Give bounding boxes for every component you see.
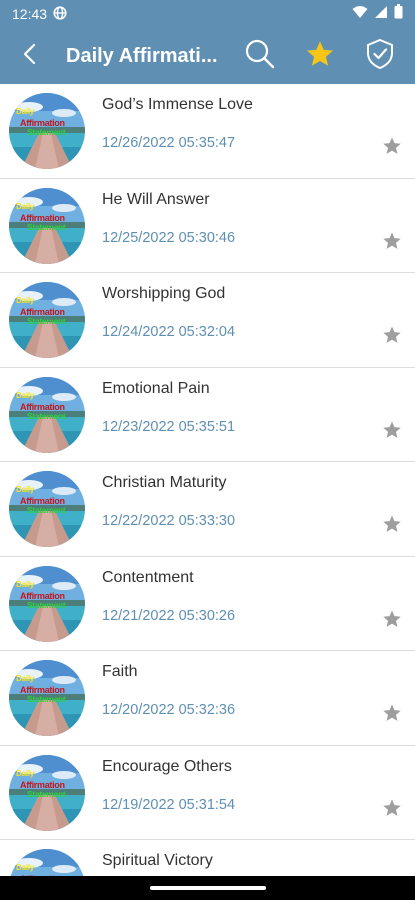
star-icon	[382, 515, 402, 538]
affirmation-thumbnail: Daily Affirmation Statement	[9, 754, 85, 831]
item-title: God’s Immense Love	[102, 96, 253, 113]
favorite-toggle[interactable]	[382, 420, 402, 440]
vpn-globe-icon	[53, 5, 67, 23]
affirmation-thumbnail: Daily Affirmation Statement	[9, 282, 85, 358]
item-date: 12/24/2022 05:32:04	[102, 324, 236, 340]
thumbnail-caption: Daily	[16, 674, 35, 683]
thumbnail-caption: Daily	[16, 768, 35, 778]
list-item[interactable]: Daily Affirmation Statement Worshipping …	[0, 273, 415, 368]
thumbnail-caption: Statement	[27, 505, 66, 515]
back-button[interactable]	[0, 28, 60, 84]
star-icon	[382, 610, 402, 633]
item-title: Encourage Others	[102, 757, 232, 775]
thumbnail-caption: Statement	[27, 788, 66, 799]
item-title: Worshipping God	[102, 285, 226, 302]
search-icon	[244, 38, 276, 75]
star-icon	[382, 421, 402, 444]
status-right	[352, 4, 403, 24]
affirmation-list[interactable]: Daily Affirmation Statement God’s Immens…	[0, 84, 415, 876]
affirmation-thumbnail: Daily Affirmation Statement	[9, 93, 85, 169]
wifi-icon	[352, 5, 368, 24]
shield-check-icon	[365, 38, 395, 75]
favorite-toggle[interactable]	[382, 609, 402, 629]
thumbnail-caption: Statement	[27, 410, 66, 421]
battery-icon	[394, 4, 403, 24]
item-date: 12/21/2022 05:30:26	[102, 607, 236, 624]
favorite-toggle[interactable]	[382, 514, 402, 534]
item-date: 12/23/2022 05:35:51	[102, 418, 236, 435]
page-title: Daily Affirmati...	[66, 44, 218, 67]
item-date: 12/26/2022 05:35:47	[102, 135, 236, 151]
thumbnail-caption: Statement	[27, 316, 66, 326]
list-item[interactable]: Daily Affirmation Statement Faith 12/20/…	[0, 651, 415, 746]
privacy-button[interactable]	[350, 28, 410, 84]
thumbnail-caption: Daily	[16, 485, 35, 494]
list-item[interactable]: Daily Affirmation Statement Christian Ma…	[0, 462, 415, 557]
item-title: Contentment	[102, 568, 194, 586]
thumbnail-caption: Daily	[16, 579, 35, 589]
list-item[interactable]: Daily Affirmation Statement He Will Answ…	[0, 179, 415, 273]
status-bar: 12:43	[0, 0, 415, 28]
affirmation-thumbnail: Daily Affirmation Statement	[9, 849, 85, 876]
favorite-toggle[interactable]	[382, 325, 402, 345]
list-item[interactable]: Daily Affirmation Statement Spiritual Vi…	[0, 840, 415, 876]
list-item[interactable]: Daily Affirmation Statement Encourage Ot…	[0, 746, 415, 840]
home-gesture-handle[interactable]	[149, 886, 266, 890]
star-icon	[382, 704, 402, 727]
favorites-button[interactable]	[290, 28, 350, 84]
system-nav-bar	[0, 876, 415, 900]
thumbnail-caption: Daily	[16, 863, 35, 872]
thumbnail-caption: Daily	[16, 390, 35, 400]
star-icon	[382, 137, 402, 160]
star-icon	[382, 799, 402, 822]
favorite-star-icon	[305, 39, 335, 74]
app-bar: Daily Affirmati...	[0, 28, 415, 84]
back-arrow-icon	[22, 42, 38, 71]
thumbnail-caption: Daily	[16, 296, 35, 305]
affirmation-thumbnail: Daily Affirmation Statement	[9, 565, 85, 642]
item-date: 12/22/2022 05:33:30	[102, 513, 236, 529]
affirmation-thumbnail: Daily Affirmation Statement	[9, 376, 85, 453]
thumbnail-caption: Statement	[27, 694, 66, 704]
favorite-toggle[interactable]	[382, 136, 402, 156]
status-time: 12:43	[12, 6, 48, 22]
affirmation-thumbnail: Daily Affirmation Statement	[9, 660, 85, 736]
affirmation-thumbnail: Daily Affirmation Statement	[9, 471, 85, 547]
list-item[interactable]: Daily Affirmation Statement God’s Immens…	[0, 84, 415, 179]
star-icon	[382, 326, 402, 349]
list-item[interactable]: Daily Affirmation Statement Emotional Pa…	[0, 368, 415, 462]
item-title: He Will Answer	[102, 190, 210, 208]
item-title: Spiritual Victory	[102, 852, 213, 869]
thumbnail-caption: Statement	[27, 599, 66, 610]
item-title: Christian Maturity	[102, 474, 227, 491]
item-date: 12/20/2022 05:32:36	[102, 702, 236, 718]
favorite-toggle[interactable]	[382, 798, 402, 818]
item-date: 12/19/2022 05:31:54	[102, 796, 236, 813]
affirmation-thumbnail: Daily Affirmation Statement	[9, 187, 85, 264]
thumbnail-caption: Statement	[27, 221, 66, 232]
list-item[interactable]: Daily Affirmation Statement Contentment …	[0, 557, 415, 651]
favorite-toggle[interactable]	[382, 703, 402, 723]
thumbnail-caption: Daily	[16, 107, 35, 116]
star-icon	[382, 232, 402, 255]
signal-icon	[374, 5, 388, 24]
item-date: 12/25/2022 05:30:46	[102, 229, 236, 246]
favorite-toggle[interactable]	[382, 231, 402, 251]
search-button[interactable]	[230, 28, 290, 84]
item-title: Emotional Pain	[102, 379, 210, 397]
item-title: Faith	[102, 663, 138, 680]
status-left: 12:43	[12, 5, 67, 23]
thumbnail-caption: Statement	[27, 127, 66, 137]
thumbnail-caption: Daily	[16, 201, 35, 211]
